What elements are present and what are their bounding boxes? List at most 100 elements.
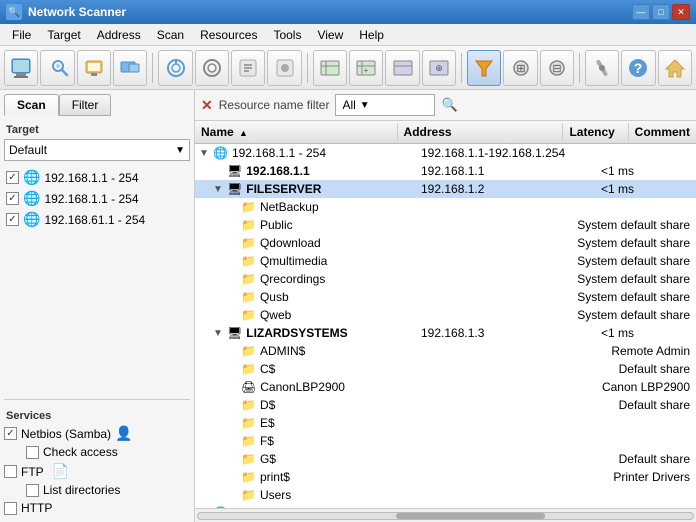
toolbar-btn-8[interactable]: ⊞ (503, 50, 537, 86)
tree-row[interactable]: 📁 Qdownload System default share (195, 234, 696, 252)
check-access-label: Check access (43, 445, 118, 459)
toolbar-btn-5[interactable] (195, 50, 229, 86)
target-check-2[interactable] (6, 213, 19, 226)
tree-cell-addr: 192.168.1.1-192.168.1.254 (415, 145, 595, 161)
tree-cell-comment: Remote Admin (605, 343, 696, 359)
col-header-comment[interactable]: Comment (629, 123, 696, 141)
target-check-1[interactable] (6, 192, 19, 205)
node-icon: 📁 (241, 272, 256, 286)
check-access-item: Check access (26, 445, 190, 459)
tree-cell-comment (665, 152, 696, 154)
expand-btn[interactable]: ▼ (213, 184, 225, 195)
tree-row[interactable]: 📁 D$ Default share (195, 396, 696, 414)
tree-cell-latency (550, 368, 613, 370)
scroll-track[interactable] (197, 512, 694, 520)
expand-btn[interactable]: ▼ (199, 148, 211, 159)
tree-row[interactable]: 📁 C$ Default share (195, 360, 696, 378)
toolbar-help-btn[interactable]: ? (621, 50, 655, 86)
ftp-check[interactable] (4, 465, 17, 478)
tab-scan[interactable]: Scan (4, 94, 59, 116)
check-access-checkbox[interactable] (26, 446, 39, 459)
netbios-check[interactable] (4, 427, 17, 440)
target-check-0[interactable] (6, 171, 19, 184)
toolbar-address-4[interactable]: ⊕ (422, 50, 456, 86)
tree-row[interactable]: 📁 F$ (195, 432, 696, 450)
tree-cell-comment (665, 422, 696, 424)
list-dir-check[interactable] (26, 484, 39, 497)
filter-dropdown[interactable]: All ▼ (335, 94, 435, 116)
col-header-address[interactable]: Address (398, 123, 564, 141)
node-label: 192.168.1.1 - 254 (232, 146, 326, 160)
tab-filter[interactable]: Filter (59, 94, 112, 116)
menu-help[interactable]: Help (351, 26, 392, 44)
tree-cell-addr (415, 440, 595, 442)
tree-row[interactable]: 📁 Users (195, 486, 696, 504)
menu-target[interactable]: Target (39, 26, 88, 44)
toolbar-btn-7[interactable] (267, 50, 301, 86)
tree-cell-name: 📁 E$ (195, 415, 415, 431)
http-service: HTTP (4, 501, 190, 515)
toolbar-btn-4[interactable] (113, 50, 147, 86)
menu-address[interactable]: Address (89, 26, 149, 44)
tree-row[interactable]: 📁 Qmultimedia System default share (195, 252, 696, 270)
tree-cell-name: 📁 Qmultimedia (195, 253, 369, 269)
toolbar-scan-btn[interactable] (158, 50, 192, 86)
menu-scan[interactable]: Scan (149, 26, 192, 44)
tree-row[interactable]: 📁 Qrecordings System default share (195, 270, 696, 288)
tree-cell-latency: <1 ms (595, 163, 665, 179)
col-header-latency[interactable]: Latency (563, 123, 628, 141)
toolbar-btn-9[interactable]: ⊟ (540, 50, 574, 86)
toolbar-sep-1 (152, 53, 153, 83)
menu-tools[interactable]: Tools (265, 26, 309, 44)
node-label: FILESERVER (246, 182, 321, 196)
filter-search-icon[interactable]: 🔍 (441, 97, 457, 113)
menu-file[interactable]: File (4, 26, 39, 44)
maximize-button[interactable]: □ (652, 4, 670, 20)
toolbar-address-1[interactable] (313, 50, 347, 86)
tree-row[interactable]: 📁 Qweb System default share (195, 306, 696, 324)
tree-row[interactable]: 📁 Qusb System default share (195, 288, 696, 306)
node-label: ADMIN$ (260, 344, 305, 358)
menu-view[interactable]: View (309, 26, 351, 44)
toolbar-btn-6[interactable] (231, 50, 265, 86)
tree-row[interactable]: 📁 NetBackup (195, 198, 696, 216)
toolbar-btn-3[interactable] (77, 50, 111, 86)
menu-resources[interactable]: Resources (192, 26, 265, 44)
ftp-service: FTP 📄 (4, 463, 190, 480)
http-check[interactable] (4, 502, 17, 515)
filter-clear-btn[interactable]: ✕ (201, 97, 213, 114)
tree-cell-addr (389, 404, 549, 406)
toolbar-filter-btn[interactable] (467, 50, 501, 86)
tree-row[interactable]: 📁 E$ (195, 414, 696, 432)
toolbar-home-btn[interactable] (658, 50, 692, 86)
target-dropdown[interactable]: Default ▼ (4, 139, 190, 161)
svg-text:?: ? (634, 60, 643, 76)
tree-row[interactable]: 📁 print$ Printer Drivers (195, 468, 696, 486)
col-header-name[interactable]: Name ▲ (195, 123, 398, 141)
tree-cell-addr (369, 296, 513, 298)
tree-row[interactable]: ▼ 🌐 192.168.1.1 - 254 192.168.1.1-192.16… (195, 144, 696, 162)
toolbar-address-2[interactable]: + (349, 50, 383, 86)
tree-row[interactable]: 📁 ADMIN$ Remote Admin (195, 342, 696, 360)
right-panel: ✕ Resource name filter All ▼ 🔍 Name ▲ Ad… (195, 90, 696, 522)
tree-row[interactable]: ▼ 🖥 FILESERVER 192.168.1.2<1 ms (195, 180, 696, 198)
scroll-thumb[interactable] (396, 513, 545, 519)
tree-row[interactable]: 🖥 192.168.1.1 192.168.1.1<1 ms (195, 162, 696, 180)
tree-cell-name: ▼ 🖥 LIZARDSYSTEMS (195, 325, 415, 341)
tree-row[interactable]: 🖨 CanonLBP2900 Canon LBP2900 (195, 378, 696, 396)
tree-area[interactable]: ▼ 🌐 192.168.1.1 - 254 192.168.1.1-192.16… (195, 144, 696, 508)
tree-cell-latency (595, 440, 665, 442)
toolbar-wrench-btn[interactable] (585, 50, 619, 86)
close-button[interactable]: ✕ (672, 4, 690, 20)
toolbar-btn-1[interactable] (4, 50, 38, 86)
tree-row[interactable]: ▼ 🖥 LIZARDSYSTEMS 192.168.1.3<1 ms (195, 324, 696, 342)
horizontal-scrollbar[interactable] (195, 508, 696, 522)
node-label: NetBackup (260, 200, 319, 214)
expand-btn[interactable]: ▼ (213, 328, 225, 339)
toolbar-btn-2[interactable] (40, 50, 74, 86)
ftp-label: FTP (21, 465, 44, 479)
minimize-button[interactable]: — (632, 4, 650, 20)
toolbar-address-3[interactable] (385, 50, 419, 86)
tree-row[interactable]: 📁 Public System default share (195, 216, 696, 234)
tree-row[interactable]: 📁 G$ Default share (195, 450, 696, 468)
